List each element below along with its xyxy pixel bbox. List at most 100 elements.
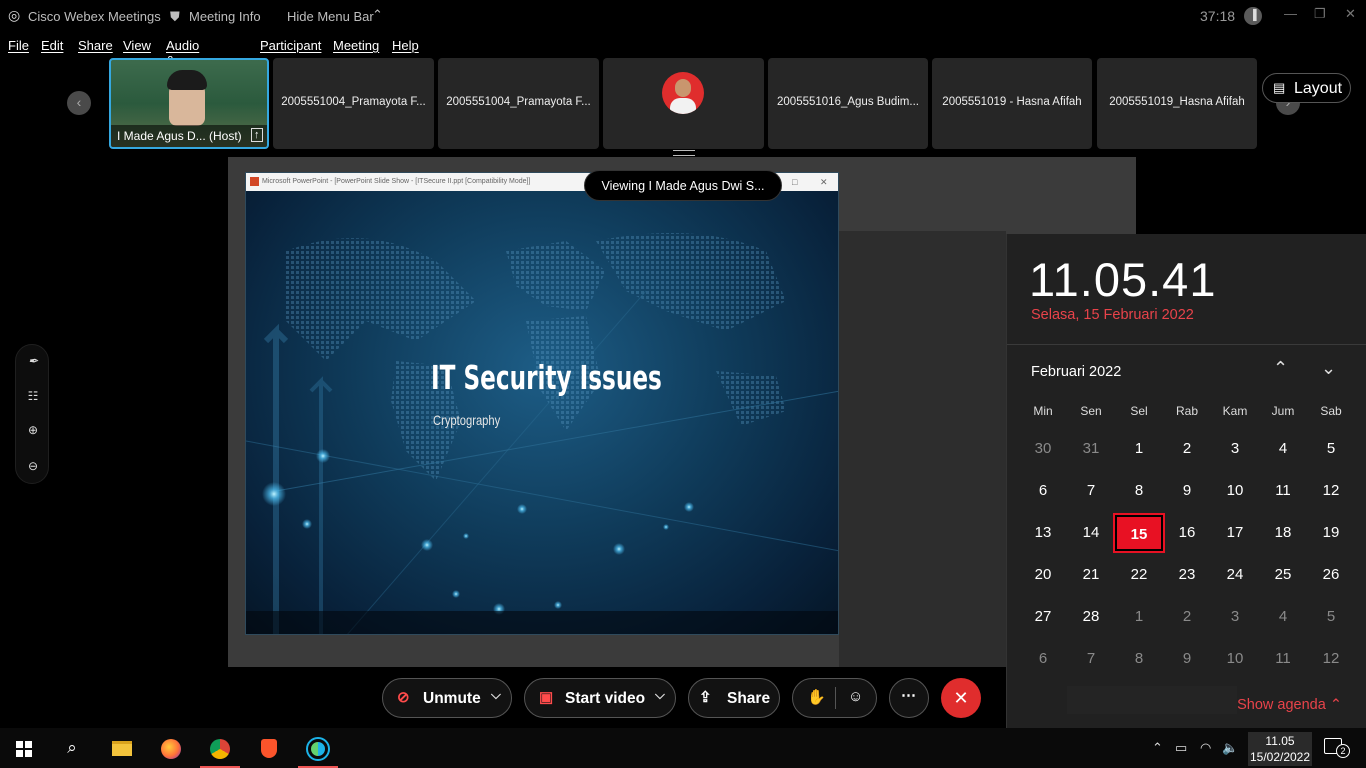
taskbar-clock[interactable]: 11.05 15/02/2022: [1248, 732, 1312, 766]
calendar-day[interactable]: 13: [1019, 515, 1067, 551]
brave-icon[interactable]: [245, 728, 293, 768]
menu-participant[interactable]: Participant: [260, 38, 321, 53]
calendar-day[interactable]: 23: [1163, 557, 1211, 593]
zoom-out-icon[interactable]: ⊖: [16, 459, 50, 473]
calendar-day[interactable]: 10: [1211, 473, 1259, 509]
webex-taskbar-icon[interactable]: [294, 728, 342, 768]
strip-resize-handle[interactable]: [673, 150, 695, 156]
menu-file[interactable]: File: [8, 38, 29, 53]
menu-help[interactable]: Help: [392, 38, 419, 53]
calendar-day[interactable]: 12: [1307, 473, 1355, 509]
menu-view[interactable]: View: [123, 38, 151, 53]
firefox-icon[interactable]: [147, 728, 195, 768]
calendar-day[interactable]: 11: [1259, 641, 1307, 677]
calendar-day[interactable]: 8: [1115, 473, 1163, 509]
leave-meeting-button[interactable]: ✕: [941, 678, 981, 718]
annotate-icon[interactable]: ✒: [16, 354, 50, 368]
slide-title: IT Security Issues: [431, 358, 662, 397]
file-explorer-icon[interactable]: [98, 728, 146, 768]
close-window-icon[interactable]: ✕: [1345, 6, 1356, 22]
calendar-flyout: 11.05.41 Selasa, 15 Februari 2022 Februa…: [1006, 234, 1366, 728]
reactions-group: ✋ ☺: [792, 678, 877, 718]
previous-month-icon[interactable]: ⌃: [1273, 358, 1288, 379]
participant-tile[interactable]: 2005551019_Hasna Afifah: [1097, 58, 1257, 149]
raise-hand-icon[interactable]: ✋: [807, 688, 826, 706]
participant-tile[interactable]: 2005551016_Agus Budim...: [768, 58, 928, 149]
remote-control-icon[interactable]: ☷: [16, 389, 50, 403]
menu-share[interactable]: Share: [78, 38, 113, 53]
meeting-info-button[interactable]: Meeting Info: [189, 9, 261, 24]
calendar-day[interactable]: 1: [1115, 599, 1163, 635]
start-video-button[interactable]: ▣ Start video ⌵: [524, 678, 676, 718]
unmute-button[interactable]: ⊘ Unmute ⌵: [382, 678, 512, 718]
calendar-day[interactable]: 10: [1211, 641, 1259, 677]
layout-button[interactable]: ▤ Layout: [1262, 73, 1351, 103]
strip-prev-button[interactable]: ‹: [67, 91, 91, 115]
menu-edit[interactable]: Edit: [41, 38, 63, 53]
calendar-day[interactable]: 3: [1211, 599, 1259, 635]
search-icon[interactable]: ⌕: [48, 728, 96, 768]
long-date-link[interactable]: Selasa, 15 Februari 2022: [1031, 307, 1194, 323]
calendar-day[interactable]: 28: [1067, 599, 1115, 635]
calendar-day[interactable]: 7: [1067, 641, 1115, 677]
participant-tile[interactable]: 2005551019 - Hasna Afifah: [932, 58, 1092, 149]
calendar-day[interactable]: 4: [1259, 599, 1307, 635]
more-options-button[interactable]: ⋯: [889, 678, 929, 718]
calendar-day[interactable]: 16: [1163, 515, 1211, 551]
calendar-day[interactable]: 4: [1259, 431, 1307, 467]
volume-icon[interactable]: 🔈: [1222, 740, 1238, 756]
calendar-day[interactable]: 9: [1163, 473, 1211, 509]
reaction-smiley-icon[interactable]: ☺: [848, 688, 863, 705]
next-month-icon[interactable]: ⌄: [1321, 358, 1336, 379]
wifi-icon[interactable]: ◠: [1200, 740, 1211, 756]
participant-tile[interactable]: [603, 58, 764, 149]
calendar-day[interactable]: 6: [1019, 473, 1067, 509]
calendar-day[interactable]: 15: [1113, 513, 1165, 553]
battery-icon[interactable]: ▭: [1175, 740, 1187, 756]
chevron-down-icon[interactable]: ⌵: [655, 687, 665, 703]
calendar-day[interactable]: 12: [1307, 641, 1355, 677]
hide-menu-bar-button[interactable]: Hide Menu Bar: [287, 9, 374, 24]
show-agenda-button[interactable]: Show agenda ⌃: [1237, 697, 1342, 713]
calendar-day[interactable]: 17: [1211, 515, 1259, 551]
calendar-day[interactable]: 2: [1163, 431, 1211, 467]
calendar-day[interactable]: 9: [1163, 641, 1211, 677]
windows-start-icon[interactable]: [0, 728, 48, 768]
calendar-day[interactable]: 22: [1115, 557, 1163, 593]
calendar-day[interactable]: 6: [1019, 641, 1067, 677]
calendar-day[interactable]: 3: [1211, 431, 1259, 467]
network-stats-icon[interactable]: ▐: [1244, 7, 1262, 25]
minimize-icon[interactable]: —: [1284, 6, 1297, 21]
calendar-day[interactable]: 5: [1307, 431, 1355, 467]
calendar-day[interactable]: 18: [1259, 515, 1307, 551]
chevron-up-icon[interactable]: ⌃: [1152, 740, 1163, 756]
action-center-icon[interactable]: 2: [1324, 738, 1350, 758]
calendar-day[interactable]: 26: [1307, 557, 1355, 593]
calendar-day[interactable]: 31: [1067, 431, 1115, 467]
menu-meeting[interactable]: Meeting: [333, 38, 379, 53]
month-label[interactable]: Februari 2022: [1031, 364, 1121, 380]
share-button[interactable]: ⇪ Share: [688, 678, 780, 718]
maximize-icon[interactable]: ❐: [1314, 6, 1326, 22]
participant-tile[interactable]: 2005551004_Pramayota F...: [273, 58, 434, 149]
calendar-day[interactable]: 20: [1019, 557, 1067, 593]
calendar-day[interactable]: 24: [1211, 557, 1259, 593]
chrome-icon[interactable]: [196, 728, 244, 768]
calendar-day[interactable]: 19: [1307, 515, 1355, 551]
calendar-day[interactable]: 8: [1115, 641, 1163, 677]
calendar-day[interactable]: 21: [1067, 557, 1115, 593]
calendar-day[interactable]: 25: [1259, 557, 1307, 593]
chevron-up-icon[interactable]: ⌃: [372, 7, 383, 23]
participant-tile-host[interactable]: I Made Agus D... (Host) ↑: [109, 58, 269, 149]
participant-tile[interactable]: 2005551004_Pramayota F...: [438, 58, 599, 149]
calendar-day[interactable]: 7: [1067, 473, 1115, 509]
calendar-day[interactable]: 27: [1019, 599, 1067, 635]
calendar-day[interactable]: 30: [1019, 431, 1067, 467]
chevron-down-icon[interactable]: ⌵: [491, 687, 501, 703]
zoom-in-icon[interactable]: ⊕: [16, 423, 50, 437]
calendar-day[interactable]: 5: [1307, 599, 1355, 635]
calendar-day[interactable]: 1: [1115, 431, 1163, 467]
calendar-day[interactable]: 2: [1163, 599, 1211, 635]
calendar-day[interactable]: 14: [1067, 515, 1115, 551]
calendar-day[interactable]: 11: [1259, 473, 1307, 509]
